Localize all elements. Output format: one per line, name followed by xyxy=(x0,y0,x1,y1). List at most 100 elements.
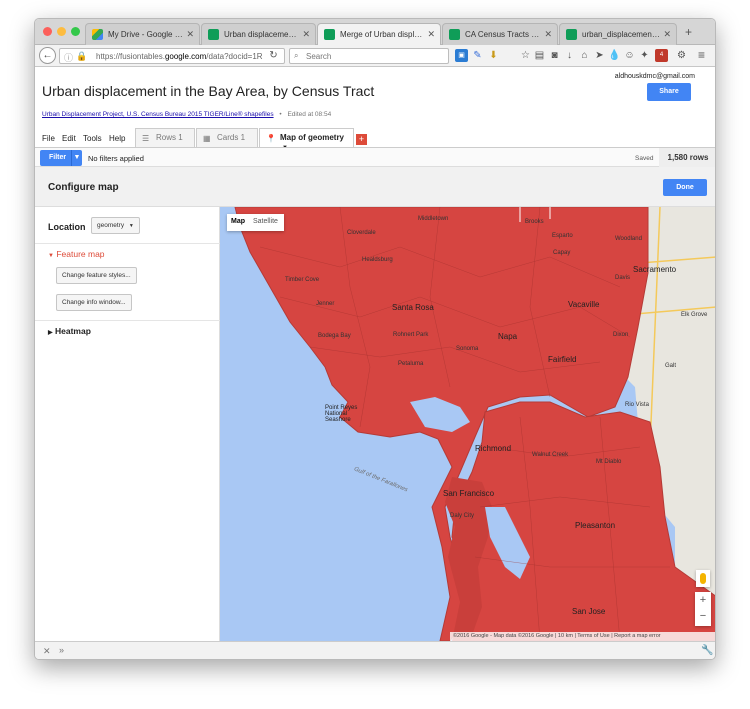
map-view[interactable]: Map Satellite Sacramento Woodland Davis … xyxy=(220,207,715,641)
source-line: Urban Displacement Project, U.S. Census … xyxy=(42,111,331,118)
street-view-pegman-icon[interactable] xyxy=(696,570,710,587)
search-icon: ⌕ xyxy=(294,51,299,60)
label-elk-grove: Elk Grove xyxy=(681,312,708,318)
home-icon[interactable]: ⌂ xyxy=(578,49,591,62)
fusion-tables-icon xyxy=(208,29,219,40)
close-icon[interactable]: ✕ xyxy=(302,29,310,40)
grammar-icon[interactable]: ✎ xyxy=(471,49,484,62)
change-feature-styles-button[interactable]: Change feature styles... xyxy=(56,267,137,284)
browser-tab-merge[interactable]: Merge of Urban displace... ✕ xyxy=(317,23,441,46)
zoom-window-dot[interactable] xyxy=(71,27,80,36)
minimize-window-dot[interactable] xyxy=(57,27,66,36)
url-domain: google.com xyxy=(164,52,207,61)
browser-tab-census[interactable]: CA Census Tracts - Goo... ✕ xyxy=(442,23,558,45)
configure-map-title: Configure map xyxy=(48,182,119,193)
close-window-dot[interactable] xyxy=(43,27,52,36)
label-napa: Napa xyxy=(498,332,518,341)
caret-right-icon: ▶ xyxy=(48,330,53,336)
tab-cards[interactable]: ▦ Cards 1 xyxy=(196,128,258,147)
browser-tab-xlsx[interactable]: urban_displacement.xlsx... ✕ xyxy=(559,23,677,45)
tab-map-label: Map of geometry xyxy=(280,133,345,142)
reading-list-icon[interactable]: ▤ xyxy=(533,49,546,62)
info-icon[interactable]: ⓘ xyxy=(64,51,73,63)
url-bar[interactable]: ⓘ 🔒 https://fusiontables.google.com/data… xyxy=(59,48,285,64)
filter-button[interactable]: Filter ▼ xyxy=(40,150,82,166)
add-tab-button[interactable]: + xyxy=(356,134,367,145)
chevron-down-icon[interactable]: ▼ xyxy=(71,150,82,166)
back-arrow-icon: ← xyxy=(42,50,53,61)
close-icon[interactable]: ✕ xyxy=(43,646,51,657)
label-brooks: Brooks xyxy=(525,219,544,225)
tab-rows-label: Rows 1 xyxy=(156,133,183,142)
browser-tab-drive[interactable]: My Drive - Google Drive ✕ xyxy=(85,23,200,45)
chat-icon[interactable]: ☺ xyxy=(623,49,636,62)
tab-label: My Drive - Google Drive xyxy=(108,30,194,39)
feature-map-section-toggle[interactable]: ▼ Feature map xyxy=(48,249,105,259)
location-select[interactable]: geometry ▼ xyxy=(91,217,140,234)
map-pin-icon: 📍 xyxy=(266,134,276,143)
reload-icon[interactable]: ↻ xyxy=(267,49,280,62)
zoom-out-button[interactable]: − xyxy=(695,608,711,624)
map-attribution[interactable]: ©2016 Google - Map data ©2016 Google | 1… xyxy=(450,632,715,641)
url-prefix: https://fusiontables. xyxy=(96,52,165,61)
divider xyxy=(35,243,220,244)
drive-icon xyxy=(92,29,103,40)
close-icon[interactable]: ✕ xyxy=(427,29,435,40)
label-davis: Davis xyxy=(615,275,631,281)
leaf-icon[interactable]: ✦ xyxy=(638,49,651,62)
zoom-control: + − xyxy=(695,592,711,626)
map-type-map-button[interactable]: Map xyxy=(231,218,245,225)
menu-file[interactable]: File xyxy=(42,134,55,143)
back-button[interactable]: ← xyxy=(39,47,56,64)
browser-tab-urban[interactable]: Urban displacement in t... ✕ xyxy=(201,23,316,45)
close-icon[interactable]: ✕ xyxy=(663,29,671,40)
extension-icon[interactable]: ▣ xyxy=(455,49,468,62)
label-jenner: Jenner xyxy=(316,301,335,307)
tab-label: CA Census Tracts - Goo... xyxy=(465,30,553,39)
change-info-window-button[interactable]: Change info window... xyxy=(56,294,132,311)
settings-gear-icon[interactable]: ⚙ xyxy=(675,49,688,62)
menu-edit[interactable]: Edit xyxy=(62,134,76,143)
label-san-jose: San Jose xyxy=(572,607,606,616)
status-bar: ✕ » 🔧 xyxy=(35,641,715,659)
account-email[interactable]: aldhouskdmc@gmail.com xyxy=(615,73,695,80)
menu-help[interactable]: Help xyxy=(109,134,125,143)
notification-badge[interactable]: 4 xyxy=(655,49,668,62)
map-type-control: Map Satellite xyxy=(227,214,284,231)
label-rohnert-park: Rohnert Park xyxy=(393,332,429,338)
fusion-tables-icon xyxy=(449,29,460,40)
tab-map-of-geometry[interactable]: 📍 Map of geometry ▼ xyxy=(259,128,354,151)
close-icon[interactable]: ✕ xyxy=(544,29,552,40)
label-point-reyes: Point Reyes National Seashore xyxy=(325,405,358,423)
tab-label: urban_displacement.xlsx... xyxy=(582,30,672,39)
search-input[interactable]: ⌕ Search xyxy=(289,48,449,64)
bookmark-star-icon[interactable]: ☆ xyxy=(519,49,532,62)
downloads-icon[interactable]: ↓ xyxy=(563,49,576,62)
source-link[interactable]: Urban Displacement Project, U.S. Census … xyxy=(42,111,274,118)
map-type-satellite-button[interactable]: Satellite xyxy=(253,218,278,225)
send-icon[interactable]: ➤ xyxy=(593,49,606,62)
menu-hamburger-icon[interactable]: ≡ xyxy=(695,49,708,62)
filter-status: No filters applied xyxy=(88,154,144,163)
heatmap-label: Heatmap xyxy=(55,326,91,336)
label-walnut-creek: Walnut Creek xyxy=(532,452,569,458)
done-button[interactable]: Done xyxy=(663,179,707,196)
zoom-in-button[interactable]: + xyxy=(695,592,711,608)
tab-label: Merge of Urban displace... xyxy=(340,30,434,39)
download-extension-icon[interactable]: ⬇ xyxy=(487,49,500,62)
heatmap-section-toggle[interactable]: ▶ Heatmap xyxy=(48,326,91,336)
pocket-icon[interactable]: ◙ xyxy=(548,49,561,62)
share-button[interactable]: Share xyxy=(647,83,691,101)
tab-rows[interactable]: ☰ Rows 1 xyxy=(135,128,195,147)
drop-icon[interactable]: 💧 xyxy=(608,49,621,62)
expand-icon[interactable]: » xyxy=(59,645,64,655)
pegman-figure xyxy=(700,573,706,584)
page-title[interactable]: Urban displacement in the Bay Area, by C… xyxy=(42,83,374,99)
new-tab-button[interactable]: + xyxy=(685,25,692,39)
wrench-icon[interactable]: 🔧 xyxy=(701,645,713,656)
close-icon[interactable]: ✕ xyxy=(186,29,194,40)
menu-tools[interactable]: Tools xyxy=(83,134,102,143)
tab-cards-label: Cards 1 xyxy=(217,133,246,142)
label-pleasanton: Pleasanton xyxy=(575,521,616,530)
label-sacramento: Sacramento xyxy=(633,265,677,274)
